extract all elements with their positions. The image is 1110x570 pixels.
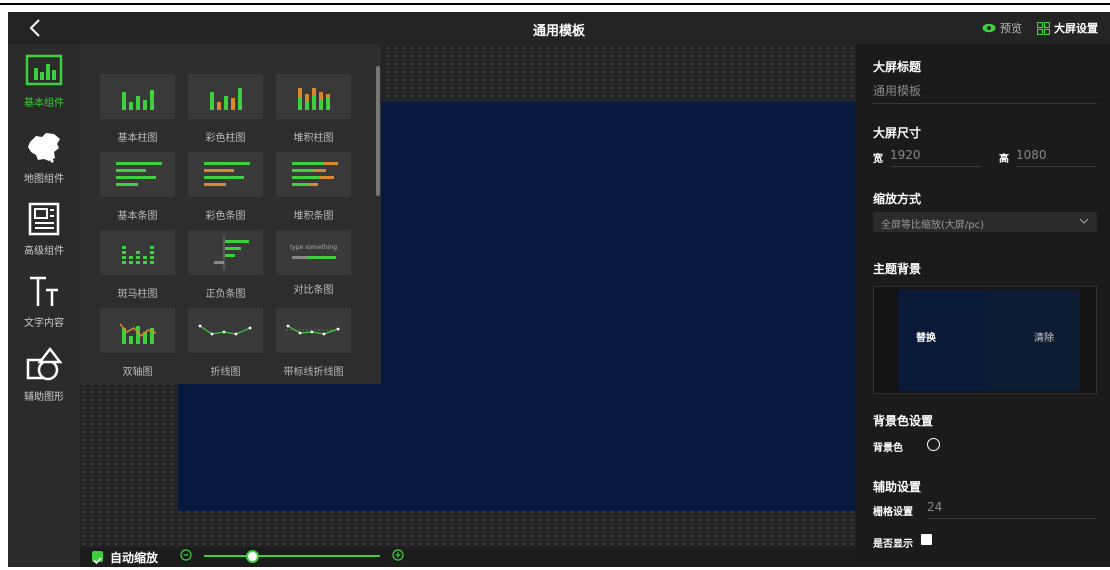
component-color-column[interactable]: 彩色柱图 — [188, 74, 263, 144]
auto-zoom-checkbox[interactable] — [92, 551, 103, 565]
color-column-chart-icon — [188, 74, 263, 119]
stacked-column-chart-icon — [276, 74, 351, 119]
component-color-bar[interactable]: 彩色条图 — [188, 152, 263, 222]
screen-title-input[interactable]: 通用模板 — [873, 82, 1097, 104]
height-label: 高 — [999, 154, 1009, 165]
dual-axis-chart-icon — [100, 308, 175, 353]
marked-line-chart-icon — [276, 308, 351, 353]
scale-mode-select[interactable]: 全屏等比缩放(大屏/pc) — [873, 212, 1097, 232]
grid-setting-input[interactable]: 24 — [927, 500, 1097, 519]
eye-icon — [982, 23, 996, 33]
component-label: 基本条图 — [117, 211, 158, 222]
line-chart-icon — [188, 308, 263, 353]
zoom-in-icon[interactable] — [392, 549, 404, 561]
scale-mode-heading: 缩放方式 — [873, 192, 922, 206]
nav-item-advanced[interactable]: 高级组件 — [8, 202, 80, 257]
nav-label: 高级组件 — [24, 246, 64, 257]
component-basic-column[interactable]: 基本柱图 — [100, 74, 175, 144]
component-zebra-column[interactable]: 斑马柱图 — [100, 230, 175, 300]
bg-color-label: 背景色 — [873, 443, 903, 454]
color-bar-chart-icon — [188, 152, 263, 197]
nav-item-basic[interactable]: 基本组件 — [8, 54, 80, 109]
width-input[interactable]: 1920 — [890, 148, 982, 167]
component-stacked-column[interactable]: 堆积柱图 — [276, 74, 351, 144]
bar-chart-icon — [25, 54, 63, 86]
stacked-bar-chart-icon — [276, 152, 351, 197]
auto-zoom-label: 自动缩放 — [110, 551, 159, 565]
component-line[interactable]: 折线图 — [188, 308, 263, 378]
zoom-slider-track[interactable] — [204, 555, 380, 557]
component-basic-bar[interactable]: 基本条图 — [100, 152, 175, 222]
bg-color-picker[interactable] — [927, 438, 940, 451]
component-label: 彩色柱图 — [205, 133, 246, 144]
nav-label: 地图组件 — [24, 174, 64, 185]
component-label: 折线图 — [210, 367, 241, 378]
nav-label: 辅助图形 — [24, 392, 64, 403]
top-rule — [0, 0, 1110, 5]
screen-settings-label: 大屏设置 — [1054, 22, 1098, 35]
component-pos-neg-bar[interactable]: 正负条图 — [188, 230, 263, 300]
show-grid-checkbox[interactable] — [921, 534, 932, 545]
nav-item-map[interactable]: 地图组件 — [8, 130, 80, 185]
component-compare-bar[interactable]: type something 对比条图 — [276, 230, 351, 296]
screen-size-heading: 大屏尺寸 — [873, 126, 922, 140]
china-map-icon — [28, 133, 60, 163]
width-label: 宽 — [873, 154, 883, 165]
zoom-slider-thumb[interactable] — [245, 550, 259, 563]
nav-label: 文字内容 — [24, 318, 64, 329]
theme-bg-heading: 主题背景 — [873, 262, 922, 276]
thumb-caption: type something — [289, 244, 338, 251]
grid-setting-label: 栅格设置 — [873, 507, 913, 518]
page-title: 通用模板 — [532, 24, 585, 39]
shapes-icon — [26, 346, 63, 381]
nav-item-text[interactable]: 文字内容 — [8, 274, 80, 329]
screen-settings-button[interactable]: 大屏设置 — [1037, 20, 1098, 36]
preview-label: 预览 — [1000, 22, 1022, 35]
screen-settings-panel: 大屏标题 通用模板 大屏尺寸 宽 1920 高 1080 缩放方式 全屏等比缩放… — [856, 44, 1110, 567]
component-marked-line[interactable]: 带标线折线图 — [276, 308, 351, 378]
component-label: 带标线折线图 — [283, 367, 344, 378]
component-dual-axis[interactable]: 双轴图 — [100, 308, 175, 378]
component-label: 堆积柱图 — [293, 133, 334, 144]
check-icon — [93, 557, 102, 565]
component-label: 双轴图 — [122, 367, 153, 378]
component-label: 基本柱图 — [117, 133, 158, 144]
theme-bg-preview: 替换 清除 — [873, 286, 1097, 394]
zoom-out-icon[interactable] — [180, 549, 192, 561]
show-grid-label: 是否显示 — [873, 539, 913, 550]
component-label: 堆积条图 — [293, 211, 334, 222]
chevron-down-icon — [1079, 218, 1089, 224]
component-label: 正负条图 — [205, 289, 246, 300]
document-icon — [28, 202, 60, 236]
panel-scrollbar[interactable] — [376, 66, 380, 196]
nav-item-shapes[interactable]: 辅助图形 — [8, 346, 80, 403]
bg-color-heading: 背景色设置 — [873, 414, 934, 428]
clear-button[interactable]: 清除 — [1034, 329, 1054, 344]
replace-button[interactable]: 替换 — [916, 329, 936, 344]
component-stacked-bar[interactable]: 堆积条图 — [276, 152, 351, 222]
pos-neg-bar-chart-icon — [188, 230, 263, 275]
aux-settings-heading: 辅助设置 — [873, 480, 922, 494]
zoom-bar: 自动缩放 — [80, 547, 856, 567]
basic-column-chart-icon — [100, 74, 175, 119]
app-window: 通用模板 预览 大屏设置 基本组件 地图组件 高级组件 文字内容 辅助图形 基本… — [8, 12, 1110, 567]
preview-button[interactable]: 预览 — [982, 20, 1022, 36]
component-label: 对比条图 — [293, 285, 334, 296]
basic-bar-chart-icon — [100, 152, 175, 197]
component-category-nav: 基本组件 地图组件 高级组件 文字内容 辅助图形 — [8, 44, 80, 567]
text-icon — [30, 276, 58, 306]
back-arrow-icon[interactable] — [26, 17, 46, 39]
header-bar: 通用模板 预览 大屏设置 — [8, 12, 1110, 44]
compare-bar-chart-icon: type something — [276, 230, 351, 275]
component-panel: 基本柱图 彩色柱图 堆积柱图 基本条图 彩色条图 堆积条图 斑马柱图 正负条图 … — [80, 44, 381, 384]
nav-label: 基本组件 — [24, 98, 64, 109]
scale-mode-value: 全屏等比缩放(大屏/pc) — [881, 220, 985, 231]
component-label: 斑马柱图 — [117, 289, 158, 300]
height-input[interactable]: 1080 — [1016, 148, 1096, 167]
screen-title-heading: 大屏标题 — [873, 60, 922, 74]
component-label: 彩色条图 — [205, 211, 246, 222]
zebra-column-chart-icon — [100, 230, 175, 275]
grid-icon — [1037, 21, 1050, 35]
